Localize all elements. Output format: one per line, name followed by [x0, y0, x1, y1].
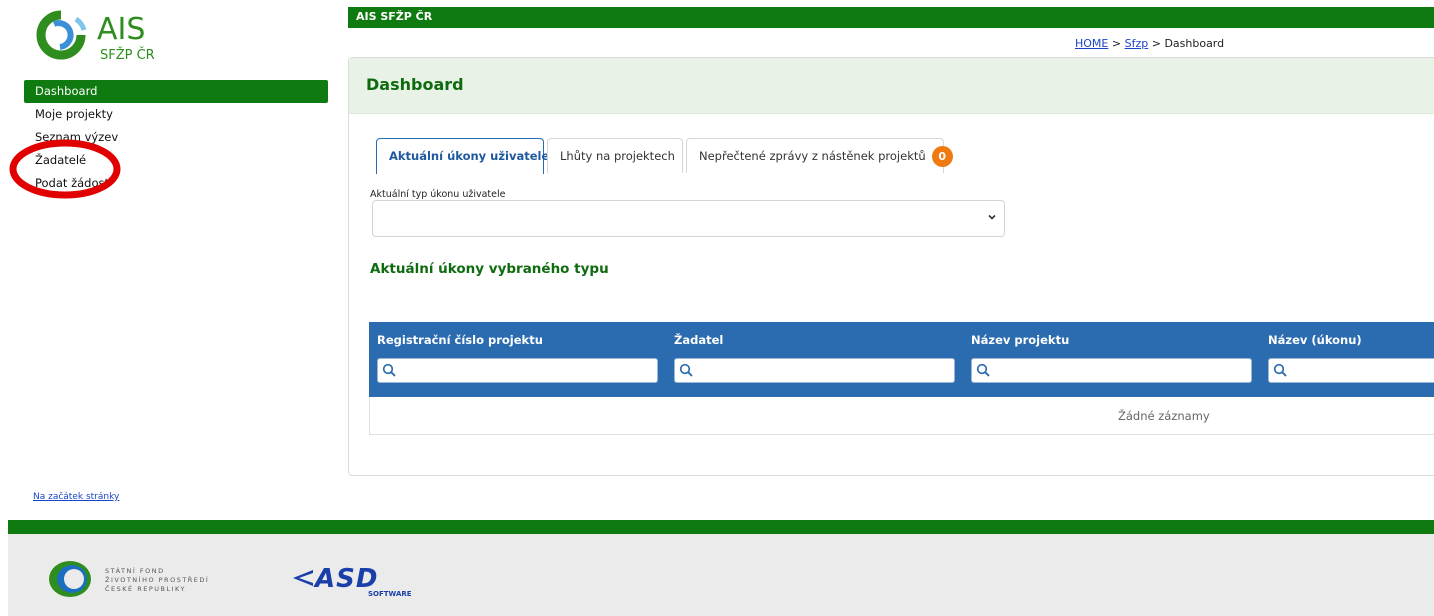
filter-input-reg-cislo[interactable] — [377, 358, 658, 383]
search-icon — [1273, 363, 1287, 377]
column-header-reg-cislo[interactable]: Registrační číslo projektu — [377, 333, 543, 347]
breadcrumb-current: Dashboard — [1164, 37, 1225, 50]
sfzp-text-line: ČESKÉ REPUBLIKY — [105, 585, 187, 593]
actions-table: Registrační číslo projektu Žadatel Název… — [369, 322, 1434, 435]
red-annotation-ellipse — [9, 139, 121, 199]
breadcrumb-home-link[interactable]: HOME — [1075, 37, 1108, 50]
column-header-zadatel[interactable]: Žadatel — [674, 333, 723, 347]
footer: STÁTNÍ FOND ŽIVOTNÍHO PROSTŘEDÍ ČESKÉ RE… — [8, 534, 1434, 616]
search-icon — [382, 363, 396, 377]
table-body: Žádné záznamy — [369, 397, 1434, 435]
panel-header: Dashboard — [349, 58, 1434, 114]
section-title: Aktuální úkony vybraného typu — [370, 261, 609, 277]
sidebar-item-dashboard[interactable]: Dashboard — [24, 80, 328, 103]
filter-input-nazev-ukonu[interactable] — [1268, 358, 1434, 383]
tab-label: Lhůty na projektech — [560, 149, 675, 163]
empty-state-text: Žádné záznamy — [1118, 409, 1210, 423]
breadcrumb-sfzp-link[interactable]: Sfzp — [1125, 37, 1149, 50]
search-icon — [679, 363, 693, 377]
logo-subtitle: SFŽP ČR — [100, 48, 155, 63]
asd-logo-sub: SOFTWARE — [368, 590, 412, 598]
asd-software-logo[interactable]: ASD SOFTWARE — [291, 564, 451, 598]
chevron-down-icon — [988, 214, 996, 220]
sfzp-text-line: ŽIVOTNÍHO PROSTŘEDÍ — [105, 576, 210, 584]
breadcrumb: HOME > Sfzp > Dashboard — [1075, 37, 1224, 50]
column-header-nazev-ukonu[interactable]: Název (úkonu) — [1268, 333, 1362, 347]
search-icon — [976, 363, 990, 377]
tab-neprectene-zpravy[interactable]: Nepřečtené zprávy z nástěnek projektů 0 — [686, 138, 953, 173]
tab-label: Nepřečtené zprávy z nástěnek projektů — [699, 149, 926, 163]
sfzp-text-line: STÁTNÍ FOND — [105, 567, 165, 575]
sfzp-logo-icon[interactable] — [45, 558, 95, 600]
sfzp-logo-text: STÁTNÍ FOND ŽIVOTNÍHO PROSTŘEDÍ ČESKÉ RE… — [105, 567, 209, 594]
filter-input-zadatel[interactable] — [674, 358, 955, 383]
tab-aktualni-ukony[interactable]: Aktuální úkony uživatele — [376, 138, 549, 174]
ais-logo[interactable]: AIS SFŽP ČR — [32, 10, 172, 68]
page-title: Dashboard — [366, 75, 464, 94]
top-bar: AIS SFŽP ČR — [348, 7, 1434, 28]
column-header-nazev-projektu[interactable]: Název projektu — [971, 333, 1069, 347]
action-type-select[interactable] — [372, 200, 1005, 237]
ais-logo-icon — [36, 10, 87, 60]
tab-label: Aktuální úkony uživatele — [389, 149, 550, 163]
dashboard-panel: Dashboard Aktuální úkony uživatele Lhůty… — [348, 57, 1434, 476]
unread-count-badge: 0 — [931, 146, 953, 167]
app-name: AIS SFŽP ČR — [356, 10, 433, 23]
table-header: Registrační číslo projektu Žadatel Název… — [369, 322, 1434, 397]
sidebar-item-moje-projekty[interactable]: Moje projekty — [24, 103, 328, 126]
footer-green-bar — [8, 520, 1434, 534]
breadcrumb-separator: > — [1111, 37, 1122, 50]
tab-lhuty[interactable]: Lhůty na projektech — [547, 138, 683, 173]
breadcrumb-separator: > — [1151, 37, 1161, 50]
filter-input-nazev-projektu[interactable] — [971, 358, 1252, 383]
select-label: Aktuální typ úkonu uživatele — [370, 189, 506, 200]
back-to-top-link[interactable]: Na začátek stránky — [33, 492, 119, 502]
logo-title: AIS — [97, 12, 146, 47]
